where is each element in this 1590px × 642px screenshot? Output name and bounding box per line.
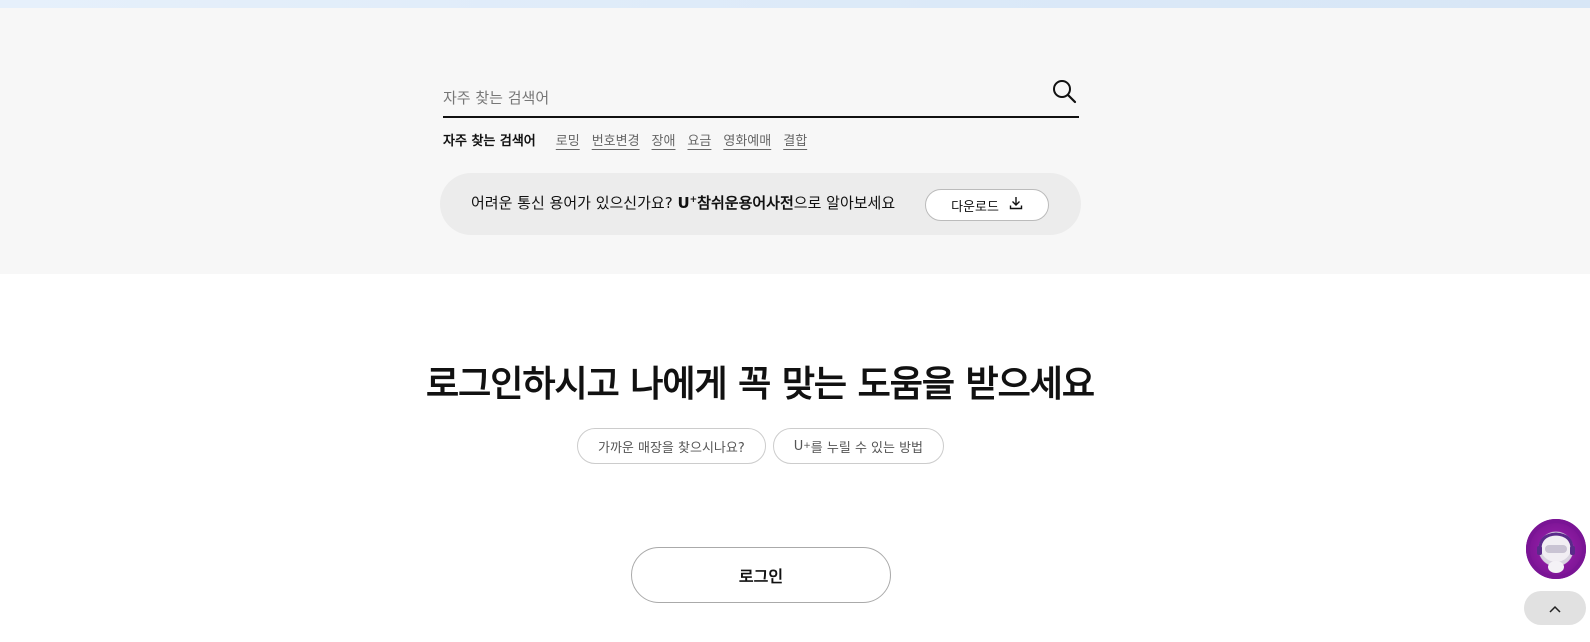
find-store-chip[interactable]: 가까운 매장을 찾으시나요? [577, 428, 766, 464]
uplus-benefits-chip[interactable]: U + 를 누릴 수 있는 방법 [772, 428, 945, 464]
keyword-outage[interactable]: 장애 [652, 130, 676, 149]
glossary-brand: U+참쉬운용어사전 [677, 194, 793, 212]
download-icon [1009, 196, 1023, 214]
help-chips: 가까운 매장을 찾으시나요? U + 를 누릴 수 있는 방법 [577, 428, 945, 464]
chatbot-robot-icon[interactable] [1526, 519, 1586, 579]
chevron-up-icon [1548, 599, 1562, 618]
search-input[interactable] [443, 74, 1033, 116]
keyword-fee[interactable]: 요금 [687, 130, 711, 149]
chip-brand-plus: + [803, 441, 811, 451]
download-button[interactable]: 다운로드 [925, 189, 1049, 221]
login-button-label: 로그인 [738, 567, 784, 586]
popular-keywords-title: 자주 찾는 검색어 [443, 133, 536, 149]
scroll-top-button[interactable] [1524, 591, 1586, 625]
brand-u: U [677, 194, 690, 212]
glossary-banner-text: 어려운 통신 용어가 있으신가요? U+참쉬운용어사전으로 알아보세요 [471, 192, 895, 213]
glossary-banner: 어려운 통신 용어가 있으신가요? U+참쉬운용어사전으로 알아보세요 다운로드 [440, 173, 1081, 235]
search-section: 자주 찾는 검색어 로밍 번호변경 장애 요금 영화예매 결합 어려운 통신 용… [0, 8, 1590, 274]
top-gradient-strip [0, 0, 1590, 8]
keyword-movie-booking[interactable]: 영화예매 [723, 130, 771, 149]
keyword-number-change[interactable]: 번호변경 [592, 130, 640, 149]
glossary-brand-name: 참쉬운용어사전 [697, 194, 794, 212]
uplus-benefits-chip-label: 를 누릴 수 있는 방법 [810, 440, 924, 456]
search-icon[interactable] [1051, 78, 1079, 106]
login-prompt-title: 로그인하시고 나에게 꼭 맞는 도움을 받으세요 [426, 364, 1095, 405]
glossary-text-prefix: 어려운 통신 용어가 있으신가요? [471, 194, 678, 212]
login-button[interactable]: 로그인 [631, 547, 891, 603]
keyword-bundle[interactable]: 결합 [783, 130, 807, 149]
popular-keywords: 자주 찾는 검색어 로밍 번호변경 장애 요금 영화예매 결합 [443, 127, 807, 151]
glossary-text-suffix: 으로 알아보세요 [793, 194, 896, 212]
keyword-roaming[interactable]: 로밍 [556, 130, 580, 149]
download-label: 다운로드 [951, 199, 999, 215]
chip-brand-u: U [793, 438, 804, 454]
search-bar [443, 74, 1079, 118]
find-store-chip-label: 가까운 매장을 찾으시나요? [598, 440, 745, 456]
